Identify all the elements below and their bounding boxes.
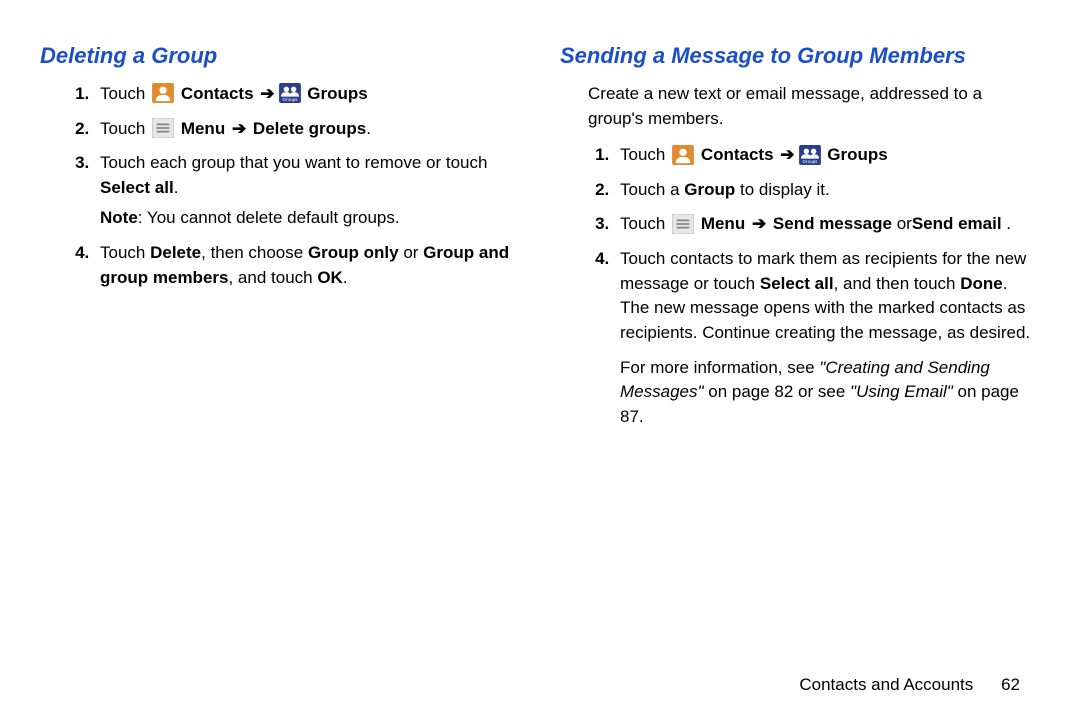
menu-icon bbox=[672, 214, 694, 234]
contacts-icon bbox=[672, 145, 694, 165]
right-intro: Create a new text or email message, addr… bbox=[588, 82, 1040, 131]
heading-sending-message: Sending a Message to Group Members bbox=[560, 40, 1040, 72]
right-followup-2: For more information, see "Creating and … bbox=[620, 356, 1040, 430]
groups-icon bbox=[799, 145, 821, 165]
contacts-icon bbox=[152, 83, 174, 103]
right-step-3: Touch Menu ➔ Send message orSend email . bbox=[614, 212, 1040, 237]
heading-deleting-group: Deleting a Group bbox=[40, 40, 520, 72]
right-followup-1: The new message opens with the marked co… bbox=[620, 296, 1040, 345]
left-step-1: Touch Contacts ➔ Groups bbox=[94, 82, 520, 107]
menu-icon bbox=[152, 118, 174, 138]
left-column: Deleting a Group Touch Contacts ➔ Groups… bbox=[40, 40, 520, 440]
page-footer: Contacts and Accounts 62 bbox=[799, 673, 1020, 698]
footer-page-number: 62 bbox=[978, 673, 1020, 698]
left-step-3-note: Note: You cannot delete default groups. bbox=[100, 206, 520, 231]
right-steps: Touch Contacts ➔ Groups Touch a Group to… bbox=[560, 143, 1040, 429]
footer-section: Contacts and Accounts bbox=[799, 675, 973, 694]
left-steps: Touch Contacts ➔ Groups Touch Menu ➔ Del… bbox=[40, 82, 520, 290]
left-step-3: Touch each group that you want to remove… bbox=[94, 151, 520, 231]
left-step-2: Touch Menu ➔ Delete groups. bbox=[94, 117, 520, 142]
left-step-4: Touch Delete, then choose Group only or … bbox=[94, 241, 520, 290]
groups-icon bbox=[279, 83, 301, 103]
right-step-4: Touch contacts to mark them as recipient… bbox=[614, 247, 1040, 429]
right-step-2: Touch a Group to display it. bbox=[614, 178, 1040, 203]
right-column: Sending a Message to Group Members Creat… bbox=[560, 40, 1040, 440]
right-step-1: Touch Contacts ➔ Groups bbox=[614, 143, 1040, 168]
